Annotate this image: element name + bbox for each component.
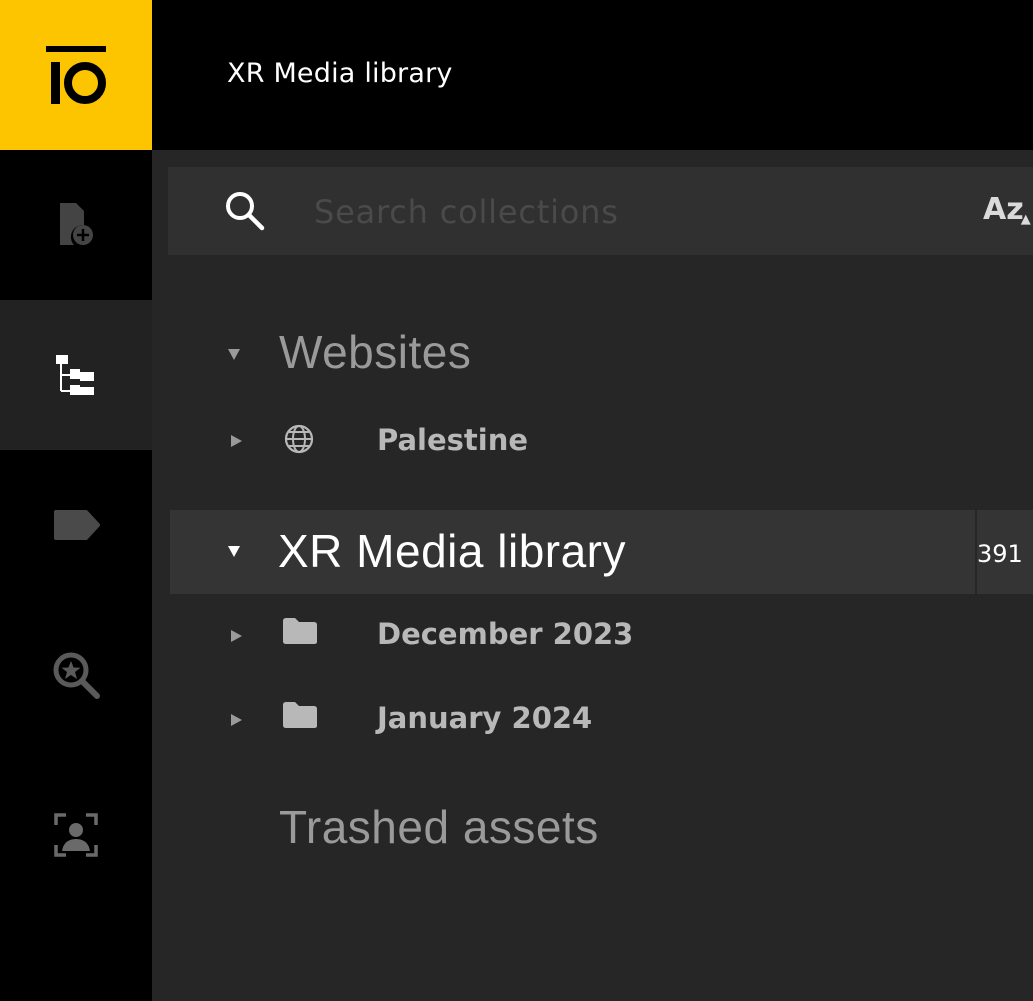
nav-rail — [0, 0, 152, 1001]
section-label: Websites — [279, 326, 472, 378]
sort-direction-icon: ▲ — [1020, 212, 1031, 227]
tree-item-label: December 2023 — [377, 617, 634, 651]
caret-down-icon[interactable] — [228, 546, 240, 557]
tree-item-palestine[interactable]: Palestine — [170, 410, 1033, 470]
section-trashed-assets[interactable]: Trashed assets — [170, 795, 1033, 865]
app-window: XR Media library Az▲ Websites Palestine — [0, 0, 1033, 1001]
folder-icon — [283, 618, 317, 644]
rail-saved-search-button[interactable] — [0, 600, 152, 750]
item-count-badge: 391 — [977, 540, 1023, 568]
tree-item-january-2024[interactable]: January 2024 — [170, 690, 1033, 750]
collections-panel: Az▲ Websites Palestine XR Media library … — [152, 150, 1033, 1001]
file-add-icon — [60, 203, 93, 245]
caret-right-icon[interactable] — [231, 630, 242, 642]
tree-icon — [56, 355, 94, 395]
search-input[interactable] — [314, 187, 964, 237]
tree-item-label: Palestine — [377, 423, 529, 457]
caret-right-icon[interactable] — [231, 714, 242, 726]
caret-down-icon[interactable] — [228, 349, 240, 360]
search-icon[interactable] — [224, 190, 266, 232]
globe-icon — [284, 424, 314, 454]
search-bar: Az▲ — [168, 167, 1033, 255]
tree-item-december-2023[interactable]: December 2023 — [170, 605, 1033, 665]
section-websites[interactable]: Websites — [170, 320, 1033, 390]
tree-item-label: January 2024 — [377, 701, 593, 735]
folder-icon — [283, 702, 317, 728]
sort-label: Az — [983, 192, 1024, 227]
label-icon — [54, 510, 100, 540]
rail-labels-button[interactable] — [0, 450, 152, 600]
logo-icon — [46, 46, 106, 104]
header-bar: XR Media library — [152, 0, 1033, 150]
search-star-icon — [53, 652, 100, 699]
app-logo[interactable] — [0, 0, 152, 150]
rail-collections-button[interactable] — [0, 300, 152, 450]
tree-item-library-active[interactable]: XR Media library 391 — [170, 510, 1033, 594]
caret-right-icon[interactable] — [231, 435, 242, 447]
face-recognition-icon — [54, 813, 98, 857]
section-label: XR Media library — [278, 525, 626, 577]
page-title: XR Media library — [227, 58, 453, 89]
rail-upload-button[interactable] — [0, 150, 152, 300]
rail-people-button[interactable] — [0, 750, 152, 920]
sort-alpha-button[interactable]: Az▲ — [983, 192, 1033, 237]
section-label: Trashed assets — [279, 801, 599, 853]
